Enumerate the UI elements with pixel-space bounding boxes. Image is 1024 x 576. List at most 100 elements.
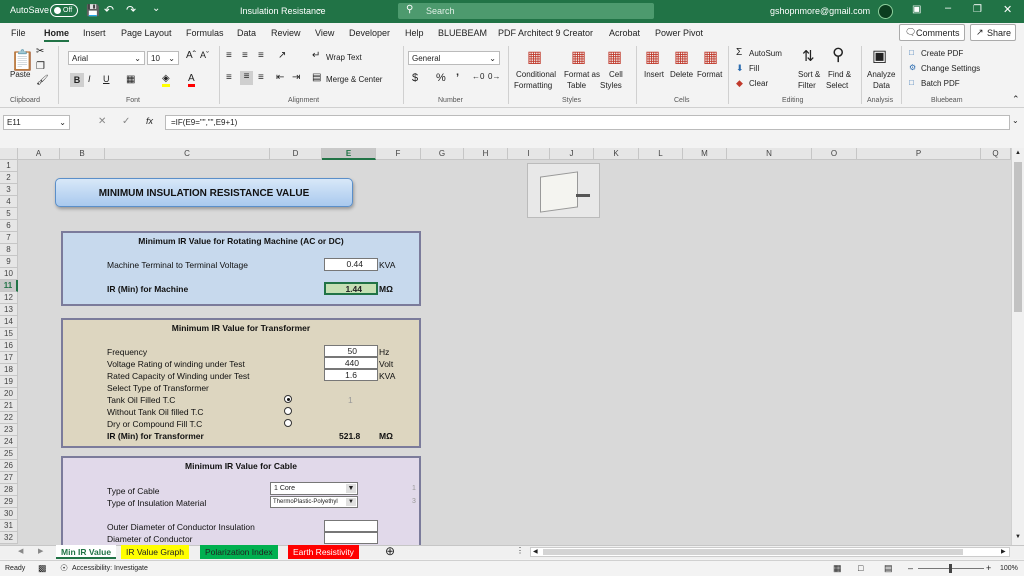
col-header-i[interactable]: I	[508, 148, 550, 160]
avatar[interactable]	[878, 4, 893, 19]
search-box[interactable]: ⚲ Search	[398, 3, 654, 19]
row-header[interactable]: 1	[0, 160, 18, 172]
row-header[interactable]: 30	[0, 508, 18, 520]
row-header[interactable]: 11	[0, 280, 18, 292]
file-name[interactable]: Insulation Resistance	[240, 6, 326, 16]
row-header[interactable]: 13	[0, 304, 18, 316]
filter-label[interactable]: Filter	[798, 81, 816, 90]
macro-record-icon[interactable]: ▩	[38, 563, 47, 574]
formatting-label[interactable]: Formatting	[514, 81, 552, 90]
tab-acrobat[interactable]: Acrobat	[609, 28, 640, 38]
align-middle-icon[interactable]: ≡	[242, 50, 248, 61]
analyze-data-icon[interactable]: ▣	[872, 46, 887, 66]
delete-cells-icon[interactable]: ▦	[674, 47, 689, 67]
scroll-down-icon[interactable]: ▼	[1015, 534, 1021, 540]
col-header-n[interactable]: N	[727, 148, 812, 160]
insert-label[interactable]: Insert	[644, 70, 664, 79]
increase-decimal-icon[interactable]: ←0	[472, 72, 484, 81]
comments-button[interactable]: 🗨 Comments	[899, 24, 965, 41]
autosum-icon[interactable]: Σ	[736, 47, 742, 58]
scroll-left-icon[interactable]: ◀	[533, 548, 538, 555]
select-all-corner[interactable]	[0, 148, 18, 160]
italic-icon[interactable]: I	[88, 74, 91, 84]
format-cells-icon[interactable]: ▦	[703, 47, 718, 67]
insert-cells-icon[interactable]: ▦	[645, 47, 660, 67]
next-sheet-icon[interactable]: ▶	[38, 547, 43, 555]
insulation-type-dropdown[interactable]: ThermoPlastic-Polyethyl ▼	[270, 496, 358, 508]
copy-icon[interactable]: ❐	[36, 61, 45, 72]
prev-sheet-icon[interactable]: ◀	[18, 547, 23, 555]
cancel-icon[interactable]: ✕	[98, 116, 106, 127]
tab-view[interactable]: View	[315, 28, 334, 38]
row-header[interactable]: 26	[0, 460, 18, 472]
conditional-formatting-icon[interactable]: ▦	[527, 47, 542, 67]
fill-icon[interactable]: ⬇	[736, 63, 744, 74]
machine-voltage-input[interactable]: 0.44	[324, 258, 378, 271]
outer-diameter-input[interactable]	[324, 520, 378, 532]
row-header[interactable]: 27	[0, 472, 18, 484]
decrease-decimal-icon[interactable]: 0→	[488, 72, 500, 81]
orientation-icon[interactable]: ↗	[278, 50, 286, 61]
tab-insert[interactable]: Insert	[83, 28, 106, 38]
fill-color-icon[interactable]: ◈	[162, 73, 170, 87]
tab-bluebeam[interactable]: BLUEBEAM	[438, 28, 487, 38]
ribbon-display-icon[interactable]: ▣	[912, 4, 921, 15]
row-header[interactable]: 10	[0, 268, 18, 280]
row-header[interactable]: 14	[0, 316, 18, 328]
row-header[interactable]: 29	[0, 496, 18, 508]
formula-input[interactable]: =IF(E9="","",E9+1)	[165, 115, 1010, 130]
row-header[interactable]: 19	[0, 376, 18, 388]
sheet-tab-earth-resistivity[interactable]: Earth Resistivity	[288, 545, 359, 559]
col-header-a[interactable]: A	[18, 148, 60, 160]
row-header[interactable]: 25	[0, 448, 18, 460]
create-pdf-icon[interactable]: □	[909, 48, 914, 57]
chevron-down-icon[interactable]: ▼	[346, 484, 356, 493]
format-painter-icon[interactable]: 🖌	[36, 75, 49, 86]
tab-split-icon[interactable]: ⋮	[516, 546, 524, 555]
row-header[interactable]: 3	[0, 184, 18, 196]
row-header[interactable]: 2	[0, 172, 18, 184]
tab-help[interactable]: Help	[405, 28, 424, 38]
align-right-icon[interactable]: ≡	[258, 72, 264, 83]
radio-without-tank[interactable]	[284, 407, 292, 415]
machine-ir-value[interactable]: 1.44	[324, 282, 378, 295]
zoom-level[interactable]: 100%	[1000, 565, 1018, 572]
name-box[interactable]: E11 ⌄	[3, 115, 70, 130]
font-size-select[interactable]: 10 ⌄	[147, 51, 179, 65]
merge-icon[interactable]: ▤	[312, 72, 321, 83]
tab-developer[interactable]: Developer	[349, 28, 390, 38]
col-header-h[interactable]: H	[464, 148, 508, 160]
capacity-input[interactable]: 1.6	[324, 369, 378, 381]
zoom-in-icon[interactable]: +	[986, 563, 991, 573]
bold-icon[interactable]: B	[70, 73, 84, 87]
zoom-slider[interactable]	[918, 564, 984, 573]
row-header[interactable]: 15	[0, 328, 18, 340]
row-header[interactable]: 32	[0, 532, 18, 544]
row-header[interactable]: 5	[0, 208, 18, 220]
comma-style-icon[interactable]: ’	[456, 72, 459, 84]
batch-pdf-label[interactable]: Batch PDF	[921, 79, 960, 88]
row-header[interactable]: 4	[0, 196, 18, 208]
col-header-j[interactable]: J	[550, 148, 594, 160]
cell-label[interactable]: Cell	[609, 70, 623, 79]
wrap-text-icon[interactable]: ↵	[312, 50, 320, 61]
row-header[interactable]: 31	[0, 520, 18, 532]
settings-icon[interactable]: ⚙	[909, 63, 916, 72]
font-name-select[interactable]: Arial ⌄	[68, 51, 145, 65]
align-left-icon[interactable]: ≡	[226, 72, 232, 83]
analyze-label[interactable]: Analyze	[867, 70, 895, 79]
sort-filter-icon[interactable]: ⇅	[802, 47, 815, 65]
col-header-c[interactable]: C	[105, 148, 270, 160]
col-header-p[interactable]: P	[857, 148, 981, 160]
normal-view-icon[interactable]: ▦	[833, 563, 842, 574]
increase-indent-icon[interactable]: ⇥	[292, 72, 300, 83]
row-header[interactable]: 18	[0, 364, 18, 376]
row-header[interactable]: 16	[0, 340, 18, 352]
tab-power-pivot[interactable]: Power Pivot	[655, 28, 703, 38]
col-header-g[interactable]: G	[421, 148, 464, 160]
share-button[interactable]: ↗ Share	[970, 24, 1016, 41]
create-pdf-label[interactable]: Create PDF	[921, 49, 963, 58]
row-header[interactable]: 6	[0, 220, 18, 232]
col-header-f[interactable]: F	[376, 148, 421, 160]
merge-center-label[interactable]: Merge & Center	[326, 75, 382, 84]
